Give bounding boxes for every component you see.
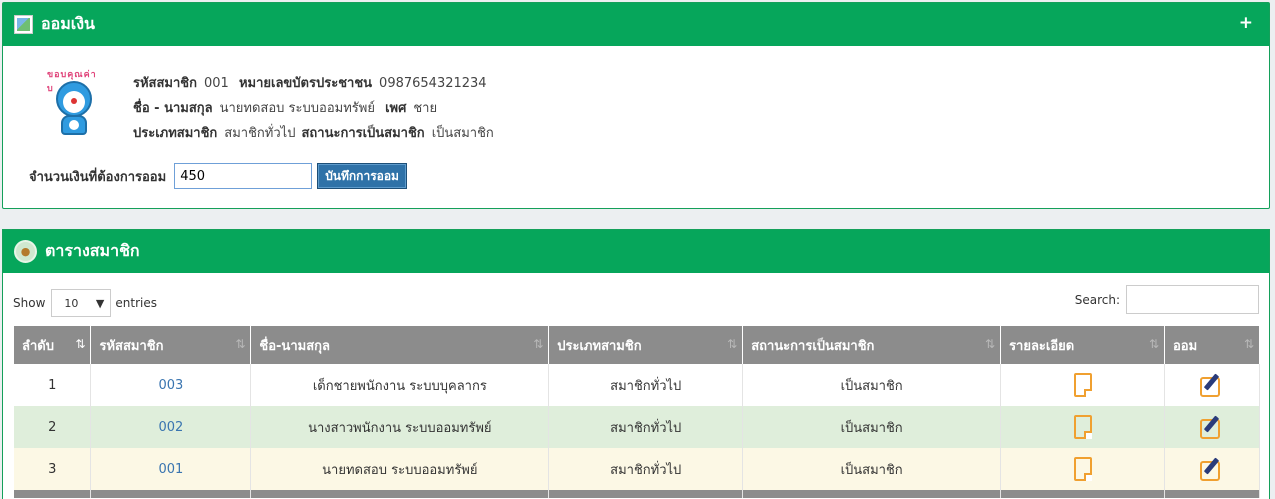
col-header-label: สถานะการเป็นสมาชิก bbox=[751, 338, 875, 354]
member-code-link[interactable]: 002 bbox=[159, 420, 184, 435]
table-row: 1 003 เด็กชายพนักงาน ระบบบุคลากร สมาชิกท… bbox=[14, 364, 1260, 406]
col-header-label: ชื่อ-นามสกุล bbox=[259, 338, 330, 354]
gender-label: เพศ bbox=[385, 101, 407, 116]
row-name: นางสาวพนักงาน ระบบออมทรัพย์ bbox=[250, 406, 550, 448]
col-header-no[interactable]: ลำดับ ⇅ bbox=[14, 326, 92, 364]
member-details: รหัสสมาชิก 001 หมายเลขบัตรประชาชน 09876543… bbox=[133, 71, 500, 146]
search-input[interactable] bbox=[1126, 285, 1259, 314]
sort-icon: ⇅ bbox=[1243, 337, 1254, 351]
row-detail-cell bbox=[1000, 364, 1165, 406]
table-header-row: ลำดับ ⇅ รหัสสมาชิก ⇅ ชื่อ-นามสกุล ⇅ ประเภทส… bbox=[14, 326, 1260, 364]
edit-icon[interactable] bbox=[1200, 415, 1224, 439]
row-name: เด็กชายพนักงาน ระบบบุคลากร bbox=[250, 364, 550, 406]
sort-icon: ⇅ bbox=[1148, 337, 1159, 351]
entries-select[interactable]: 10 ▼ bbox=[51, 289, 112, 317]
edit-icon[interactable] bbox=[1200, 373, 1224, 397]
sort-icon: ⇅ bbox=[985, 337, 995, 351]
row-no: 3 bbox=[14, 448, 92, 490]
expand-plus-icon[interactable]: + bbox=[1239, 13, 1253, 33]
broken-image-icon bbox=[14, 15, 33, 34]
table-row: 2 002 นางสาวพนักงาน ระบบออมทรัพย์ สมาชิก… bbox=[14, 406, 1260, 448]
row-type: สมาชิกทั่วไป bbox=[548, 364, 744, 406]
col-header-label: ประเภทสามชิก bbox=[557, 338, 642, 354]
deposit-panel-header: ออมเงิน + bbox=[3, 3, 1269, 46]
document-icon[interactable] bbox=[1073, 457, 1092, 481]
save-deposit-button[interactable]: บันทึกการออม bbox=[317, 163, 407, 189]
edit-icon[interactable] bbox=[1200, 457, 1224, 481]
col-header-type[interactable]: ประเภทสามชิก ⇅ bbox=[548, 326, 744, 364]
row-type: สมาชิกทั่วไป bbox=[548, 448, 744, 490]
deposit-panel: ออมเงิน + ขอบคุณค่าบ รหัสสมาชิก 001 หมายเ… bbox=[2, 2, 1270, 209]
col-header-name[interactable]: ชื่อ-นามสกุล ⇅ bbox=[250, 326, 550, 364]
member-id-value: 001 bbox=[203, 76, 229, 91]
table-controls: Show 10 ▼ entries Search: bbox=[13, 285, 1259, 317]
search-label: Search: bbox=[1074, 292, 1120, 307]
col-header-save[interactable]: ออม ⇅ bbox=[1164, 326, 1260, 364]
row-code-cell: 002 bbox=[90, 406, 252, 448]
name-label: ชื่อ - นามสกุล bbox=[133, 101, 213, 116]
sort-asc-icon: ⇅ bbox=[75, 337, 85, 351]
sort-icon: ⇅ bbox=[533, 337, 543, 351]
col-header-label: ออม bbox=[1173, 338, 1198, 354]
amount-label: จำนวนเงินที่ต้องการออม bbox=[29, 169, 167, 185]
row-status: เป็นสมาชิก bbox=[742, 364, 1002, 406]
show-label: Show bbox=[13, 296, 46, 310]
members-panel-header: ● ตารางสมาชิก bbox=[3, 230, 1269, 273]
row-no: 2 bbox=[14, 406, 92, 448]
col-header-detail[interactable]: รายละเอียด ⇅ bbox=[1000, 326, 1165, 364]
table-row: 3 001 นายทดสอบ ระบบออมทรัพย์ สมาชิกทั่วไ… bbox=[14, 448, 1260, 490]
col-header-label: รายละเอียด bbox=[1009, 338, 1075, 354]
member-avatar: ขอบคุณค่าบ bbox=[45, 67, 103, 135]
deposit-panel-title: ออมเงิน bbox=[41, 14, 95, 33]
row-save-cell bbox=[1164, 448, 1260, 490]
col-header-code[interactable]: รหัสสมาชิก ⇅ bbox=[90, 326, 252, 364]
col-header-label: รหัสสมาชิก bbox=[99, 338, 164, 354]
entries-length: Show 10 ▼ entries bbox=[13, 289, 157, 317]
entries-value: 10 bbox=[64, 296, 79, 310]
amount-input[interactable] bbox=[174, 163, 313, 189]
row-status: เป็นสมาชิก bbox=[742, 406, 1002, 448]
members-panel: ● ตารางสมาชิก Show 10 ▼ entries Search: … bbox=[2, 229, 1270, 499]
name-value: นายทดสอบ ระบบออมทรัพย์ bbox=[219, 101, 375, 116]
gender-value: ชาย bbox=[413, 101, 438, 116]
row-name: นายทดสอบ ระบบออมทรัพย์ bbox=[250, 448, 550, 490]
row-no: 1 bbox=[14, 364, 92, 406]
row-save-cell bbox=[1164, 406, 1260, 448]
sort-icon: ⇅ bbox=[727, 337, 737, 351]
member-code-link[interactable]: 001 bbox=[159, 462, 184, 477]
members-panel-title: ตารางสมาชิก bbox=[45, 241, 140, 260]
sort-icon: ⇅ bbox=[235, 337, 245, 351]
member-type-value: สมาชิกทั่วไป bbox=[224, 126, 296, 141]
row-code-cell: 001 bbox=[90, 448, 252, 490]
dropdown-icon: ▼ bbox=[95, 296, 105, 310]
member-status-value: เป็นสมาชิก bbox=[431, 126, 494, 141]
document-icon[interactable] bbox=[1073, 415, 1092, 439]
row-code-cell: 003 bbox=[90, 364, 252, 406]
row-status: เป็นสมาชิก bbox=[742, 448, 1002, 490]
row-save-cell bbox=[1164, 364, 1260, 406]
table-search: Search: bbox=[1075, 285, 1259, 314]
member-id-label: รหัสสมาชิก bbox=[133, 76, 197, 91]
member-code-link[interactable]: 003 bbox=[159, 378, 184, 393]
national-id-value: 0987654321234 bbox=[379, 76, 487, 91]
col-header-status[interactable]: สถานะการเป็นสมาชิก ⇅ bbox=[742, 326, 1002, 364]
row-detail-cell bbox=[1000, 448, 1165, 490]
national-id-label: หมายเลขบัตรประชาชน bbox=[238, 76, 373, 91]
piggy-bank-icon: ● bbox=[14, 240, 37, 263]
row-detail-cell bbox=[1000, 406, 1165, 448]
members-table: ลำดับ ⇅ รหัสสมาชิก ⇅ ชื่อ-นามสกุล ⇅ ประเภทส… bbox=[14, 326, 1260, 498]
document-icon[interactable] bbox=[1073, 373, 1092, 397]
row-type: สมาชิกทั่วไป bbox=[548, 406, 744, 448]
member-type-label: ประเภทสมาชิก bbox=[133, 126, 218, 141]
col-header-label: ลำดับ bbox=[22, 338, 54, 354]
deposit-form: จำนวนเงินที่ต้องการออม บันทึกการออม bbox=[29, 163, 407, 189]
member-status-label: สถานะการเป็นสมาชิก bbox=[301, 126, 425, 141]
entries-label: entries bbox=[115, 296, 157, 310]
